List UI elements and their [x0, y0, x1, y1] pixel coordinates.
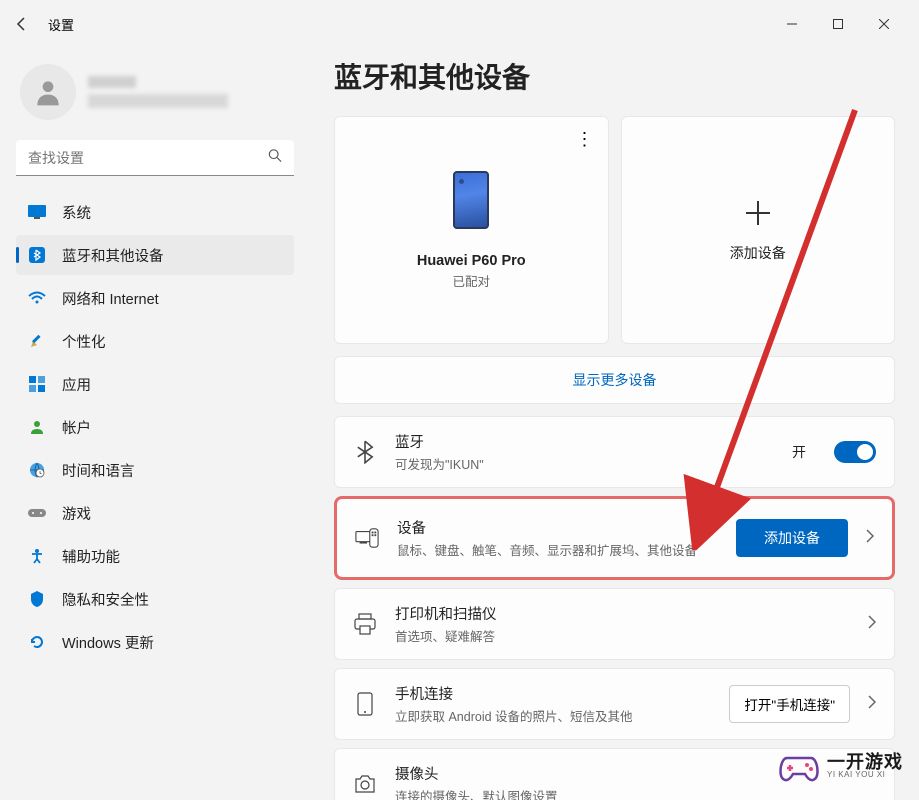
plus-icon: [742, 197, 774, 229]
chevron-right-icon: [868, 615, 876, 634]
sidebar-item-update[interactable]: Windows 更新: [16, 622, 294, 662]
chevron-right-icon: [866, 529, 874, 548]
app-title: 设置: [48, 15, 74, 34]
devices-card[interactable]: 设备 鼠标、键盘、触笔、音频、显示器和扩展坞、其他设备 添加设备: [334, 496, 895, 580]
controller-icon: [779, 748, 819, 784]
user-email-redacted: [88, 94, 228, 108]
user-name-redacted: [88, 76, 136, 88]
printers-card[interactable]: 打印机和扫描仪 首选项、疑难解答: [334, 588, 895, 660]
sidebar-item-accounts[interactable]: 帐户: [16, 407, 294, 447]
sidebar-item-label: 应用: [62, 374, 91, 395]
sidebar-item-bluetooth[interactable]: 蓝牙和其他设备: [16, 235, 294, 275]
devices-title: 设备: [397, 517, 718, 538]
phone-icon: [353, 692, 377, 716]
sidebar-item-label: 时间和语言: [62, 460, 135, 481]
sidebar-item-label: 游戏: [62, 503, 91, 524]
maximize-button[interactable]: [815, 8, 861, 40]
sidebar-item-system[interactable]: 系统: [16, 192, 294, 232]
privacy-icon: [28, 590, 46, 608]
sidebar-item-network[interactable]: 网络和 Internet: [16, 278, 294, 318]
camera-icon: [353, 772, 377, 796]
printers-title: 打印机和扫描仪: [395, 603, 850, 624]
device-status: 已配对: [452, 271, 490, 290]
show-more-devices-link[interactable]: 显示更多设备: [334, 356, 895, 404]
sidebar-item-label: 蓝牙和其他设备: [62, 245, 164, 266]
sidebar-item-privacy[interactable]: 隐私和安全性: [16, 579, 294, 619]
devices-sub: 鼠标、键盘、触笔、音频、显示器和扩展坞、其他设备: [397, 540, 718, 559]
sidebar-item-label: 个性化: [62, 331, 106, 352]
update-icon: [28, 633, 46, 651]
phone-link-title: 手机连接: [395, 683, 711, 704]
device-name: Huawei P60 Pro: [417, 253, 526, 269]
more-icon[interactable]: ⋮: [576, 129, 592, 150]
globe-icon: [28, 461, 46, 479]
sidebar-item-label: 系统: [62, 202, 91, 223]
page-title: 蓝牙和其他设备: [334, 56, 895, 96]
sidebar-item-apps[interactable]: 应用: [16, 364, 294, 404]
minimize-button[interactable]: [769, 8, 815, 40]
system-icon: [28, 203, 46, 221]
open-phone-link-button[interactable]: 打开"手机连接": [729, 685, 850, 723]
bluetooth-icon: [353, 440, 377, 464]
apps-icon: [28, 375, 46, 393]
bluetooth-sub: 可发现为"IKUN": [395, 454, 774, 473]
add-device-label: 添加设备: [730, 243, 786, 263]
phone-link-sub: 立即获取 Android 设备的照片、短信及其他: [395, 706, 711, 725]
sidebar-item-time[interactable]: 时间和语言: [16, 450, 294, 490]
devices-icon: [355, 526, 379, 550]
sidebar-item-personalization[interactable]: 个性化: [16, 321, 294, 361]
gaming-icon: [28, 504, 46, 522]
phone-device-icon: [453, 171, 489, 229]
phone-link-card[interactable]: 手机连接 立即获取 Android 设备的照片、短信及其他 打开"手机连接": [334, 668, 895, 740]
add-device-tile[interactable]: 添加设备: [621, 116, 896, 344]
watermark: 一开游戏 YI KAI YOU XI: [779, 748, 903, 784]
printer-icon: [353, 612, 377, 636]
close-button[interactable]: [861, 8, 907, 40]
bluetooth-card[interactable]: 蓝牙 可发现为"IKUN" 开: [334, 416, 895, 488]
camera-sub: 连接的摄像头、默认图像设置: [395, 786, 876, 800]
sidebar-item-label: 网络和 Internet: [62, 288, 159, 309]
bluetooth-title: 蓝牙: [395, 431, 774, 452]
sidebar-item-label: 帐户: [62, 417, 91, 438]
sidebar-item-gaming[interactable]: 游戏: [16, 493, 294, 533]
account-icon: [28, 418, 46, 436]
accessibility-icon: [28, 547, 46, 565]
bluetooth-toggle[interactable]: [834, 441, 876, 463]
sidebar-item-label: Windows 更新: [62, 632, 154, 653]
sidebar-item-label: 隐私和安全性: [62, 589, 149, 610]
add-device-button[interactable]: 添加设备: [736, 519, 848, 557]
chevron-right-icon: [868, 695, 876, 714]
paintbrush-icon: [28, 332, 46, 350]
wifi-icon: [28, 289, 46, 307]
search-input[interactable]: [16, 140, 294, 176]
paired-device-tile[interactable]: ⋮ Huawei P60 Pro 已配对: [334, 116, 609, 344]
user-section[interactable]: [16, 56, 294, 140]
sidebar-item-label: 辅助功能: [62, 546, 120, 567]
avatar: [20, 64, 76, 120]
sidebar-item-accessibility[interactable]: 辅助功能: [16, 536, 294, 576]
bluetooth-icon: [28, 246, 46, 264]
search-icon: [268, 149, 282, 168]
toggle-label: 开: [792, 442, 806, 462]
printers-sub: 首选项、疑难解答: [395, 626, 850, 645]
back-button[interactable]: [12, 14, 32, 34]
